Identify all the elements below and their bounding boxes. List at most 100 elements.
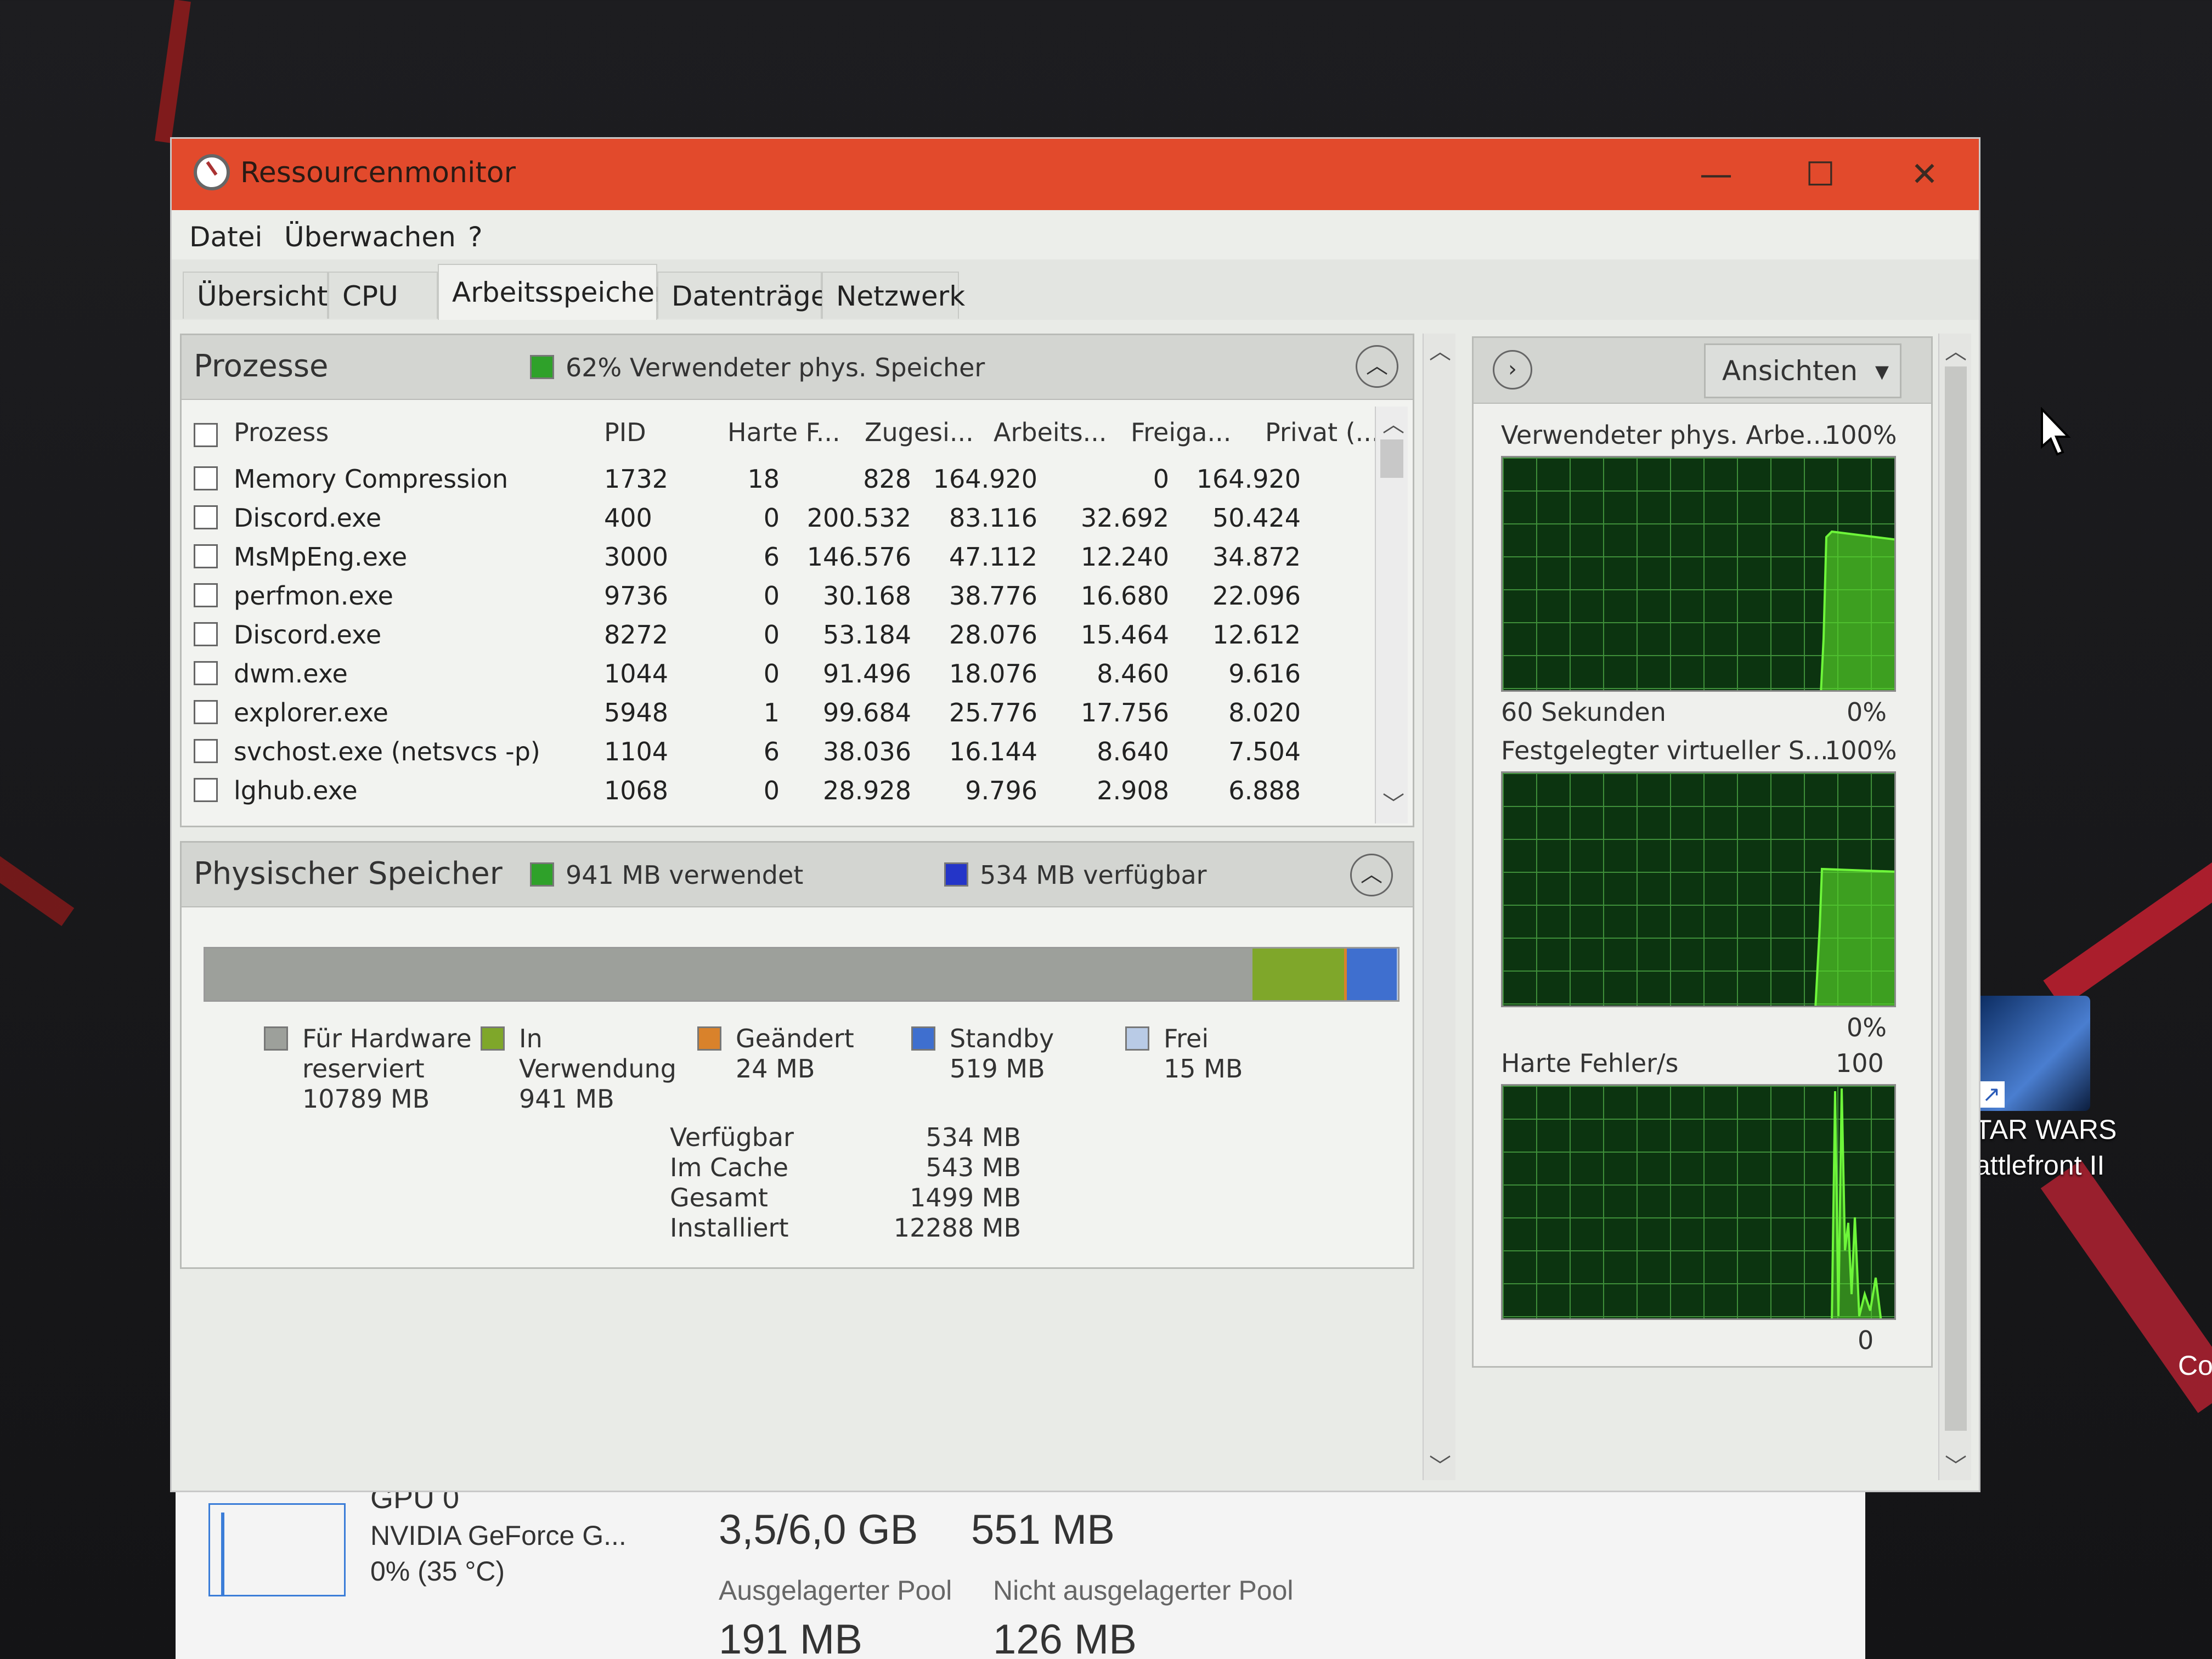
chevron-up-icon: ︿ [1361, 862, 1383, 887]
scroll-up-icon[interactable]: ︿ [1383, 407, 1404, 438]
row-checkbox[interactable] [194, 739, 218, 763]
commit-memory-graph [1501, 771, 1896, 1007]
table-cell: 8272 [604, 620, 669, 650]
row-checkbox[interactable] [194, 466, 218, 490]
table-cell: 6.888 [1228, 776, 1301, 805]
bar-segment-free [1396, 949, 1398, 1000]
table-cell: 0 [763, 659, 780, 689]
table-cell: 99.684 [823, 698, 911, 727]
scroll-down-icon[interactable]: ﹀ [1429, 1448, 1451, 1480]
menu-bar: Datei Überwachen ? [172, 210, 1979, 259]
legend-free-value: 15 MB [1164, 1054, 1243, 1084]
graph-min-physical: 0% [1847, 697, 1887, 727]
scroll-up-icon[interactable]: ︿ [1945, 334, 1967, 365]
memory-usage-bar [204, 947, 1400, 1002]
table-cell: 828 [863, 464, 911, 494]
table-row[interactable]: Discord.exe 400 0 200.532 83.116 32.692 50.424 [182, 498, 1394, 536]
scroll-down-icon[interactable]: ﹀ [1945, 1448, 1967, 1480]
menu-ueberwachen[interactable]: Überwachen [284, 221, 456, 253]
table-cell: 400 [604, 503, 652, 533]
row-checkbox[interactable] [194, 544, 218, 568]
tab-cpu[interactable]: CPU [328, 272, 438, 319]
column-header-pid[interactable]: PID [604, 417, 646, 447]
tab-datentraeger[interactable]: Datenträger [657, 272, 839, 319]
tab-uebersicht[interactable]: Übersicht [183, 272, 328, 319]
physical-memory-header[interactable]: Physischer Speicher 941 MB verwendet 534… [182, 843, 1413, 907]
sidebar-scrollbar[interactable]: ︿ ﹀ [1938, 334, 1971, 1480]
processes-panel: Prozesse 62% Verwendeter phys. Speicher … [180, 334, 1414, 827]
column-header-zugesichert[interactable]: Zugesi... [865, 417, 974, 447]
tab-arbeitsspeicher[interactable]: Arbeitsspeicher [438, 264, 666, 320]
row-checkbox[interactable] [194, 622, 218, 646]
table-row[interactable]: dwm.exe 1044 0 91.496 18.076 8.460 9.616 [182, 653, 1394, 692]
table-row[interactable]: Memory Compression 1732 18 828 164.920 0 164.9… [182, 459, 1394, 497]
minimize-button[interactable]: — [1664, 139, 1768, 210]
collapse-physical-memory-button[interactable]: ︿ [1350, 854, 1393, 896]
table-cell: 30.168 [823, 581, 911, 611]
table-cell: 8.020 [1228, 698, 1301, 727]
views-button[interactable]: Ansichten ▾ [1704, 343, 1901, 398]
legend-hardware-line1: Für Hardware [302, 1024, 472, 1053]
row-checkbox[interactable] [194, 505, 218, 529]
row-checkbox[interactable] [194, 778, 218, 802]
desktop-wallpaper-streak [155, 0, 191, 143]
stat-label-gesamt: Gesamt [670, 1183, 768, 1212]
available-memory-legend: 534 MB verfügbar [980, 860, 1207, 890]
gpu-mini-graph[interactable] [208, 1503, 346, 1596]
maximize-button[interactable]: ☐ [1768, 139, 1872, 210]
dedicated-memory-value: 3,5/6,0 GB [719, 1506, 918, 1553]
column-header-arbeitssatz[interactable]: Arbeits... [994, 417, 1107, 447]
table-cell: 1732 [604, 464, 669, 494]
table-cell: 16.144 [949, 737, 1037, 766]
main-scrollbar[interactable]: ︿ ﹀ [1423, 334, 1455, 1480]
legend-free-line1: Frei [1164, 1024, 1209, 1053]
table-cell: 7.504 [1228, 737, 1301, 766]
menu-help[interactable]: ? [468, 221, 483, 253]
table-row[interactable]: svchost.exe (netsvcs -p) 1104 6 38.036 16.14… [182, 731, 1394, 770]
table-cell: 34.872 [1212, 542, 1301, 572]
row-checkbox[interactable] [194, 661, 218, 685]
table-row[interactable]: MsMpEng.exe 3000 6 146.576 47.112 12.240 34.87… [182, 537, 1394, 575]
scroll-up-icon[interactable]: ︿ [1429, 334, 1451, 365]
scroll-thumb[interactable] [1380, 439, 1403, 478]
column-header-privat[interactable]: Privat (... [1265, 417, 1380, 447]
process-table-scrollbar[interactable]: ︿ ﹀ [1375, 407, 1408, 823]
row-checkbox[interactable] [194, 583, 218, 607]
desktop-icon-label[interactable]: TAR WARS [1975, 1114, 2118, 1146]
resource-monitor-window: Ressourcenmonitor — ☐ ✕ Datei Überwachen… [170, 137, 1980, 1492]
scroll-thumb[interactable] [1945, 366, 1967, 1431]
chevron-right-icon: › [1508, 357, 1517, 382]
select-all-checkbox[interactable] [194, 423, 218, 447]
graph-toolbar: › Ansichten ▾ [1474, 338, 1931, 404]
expand-sidebar-button[interactable]: › [1493, 350, 1532, 390]
scroll-down-icon[interactable]: ﹀ [1383, 786, 1404, 818]
close-button[interactable]: ✕ [1872, 139, 1977, 210]
table-cell: 164.920 [933, 464, 1037, 494]
table-row[interactable]: lghub.exe 1068 0 28.928 9.796 2.908 6.888 [182, 770, 1394, 809]
table-row[interactable]: perfmon.exe 9736 0 30.168 38.776 16.680 22.096 [182, 575, 1394, 614]
table-cell: 6 [763, 737, 780, 766]
menu-datei[interactable]: Datei [189, 221, 262, 253]
table-cell: MsMpEng.exe [234, 542, 408, 572]
star-wars-battlefront-icon[interactable]: ↗ [1975, 996, 2090, 1111]
processes-header[interactable]: Prozesse 62% Verwendeter phys. Speicher … [182, 335, 1413, 400]
collapse-processes-button[interactable]: ︿ [1356, 345, 1398, 388]
task-manager-window: GPU 0 NVIDIA GeForce G... 0% (35 °C) 3,5… [176, 1482, 1865, 1659]
table-row[interactable]: Discord.exe 8272 0 53.184 28.076 15.464 12.612 [182, 614, 1394, 653]
graph-footer-time: 60 Sekunden [1501, 697, 1666, 727]
table-cell: 0 [1153, 464, 1169, 494]
legend-modified-value: 24 MB [736, 1054, 815, 1084]
column-header-freigabe[interactable]: Freiga... [1131, 417, 1231, 447]
tab-netzwerk[interactable]: Netzwerk [822, 272, 965, 319]
column-header-harte-fehler[interactable]: Harte F... [727, 417, 840, 447]
row-checkbox[interactable] [194, 700, 218, 724]
column-header-prozess[interactable]: Prozess [234, 417, 329, 447]
table-row[interactable]: explorer.exe 5948 1 99.684 25.776 17.756 8.020 [182, 692, 1394, 731]
desktop-wallpaper-streak [2043, 836, 2212, 1008]
desktop-icon-label[interactable]: attlefront II [1975, 1149, 2118, 1181]
legend-swatch-hardware [264, 1026, 288, 1051]
graph-min-hard-faults: 0 [1858, 1325, 1874, 1355]
title-bar[interactable]: Ressourcenmonitor — ☐ ✕ [172, 139, 1979, 210]
table-cell: 0 [763, 503, 780, 533]
table-cell: 12.612 [1212, 620, 1301, 650]
